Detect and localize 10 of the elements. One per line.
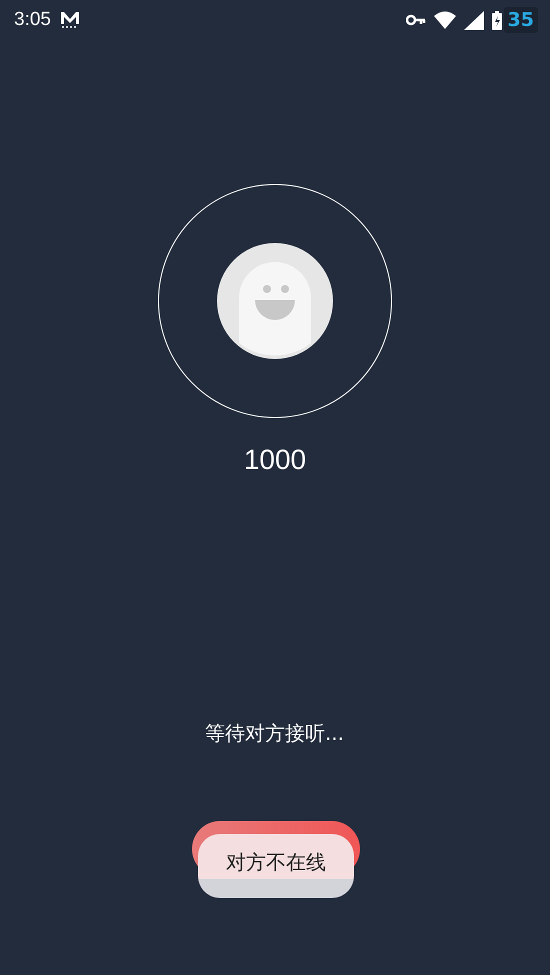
avatar-icon [217, 243, 333, 359]
call-status: 等待对方接听... [204, 720, 346, 747]
status-time: 3:05 [14, 9, 51, 31]
key-icon [406, 14, 426, 26]
caller-number: 1000 [242, 444, 308, 476]
battery-level-badge: 35 [504, 7, 538, 33]
wifi-icon [434, 11, 456, 29]
offline-toast: 对方不在线 [198, 834, 354, 898]
signal-icon [464, 10, 484, 30]
battery-icon [492, 10, 502, 30]
